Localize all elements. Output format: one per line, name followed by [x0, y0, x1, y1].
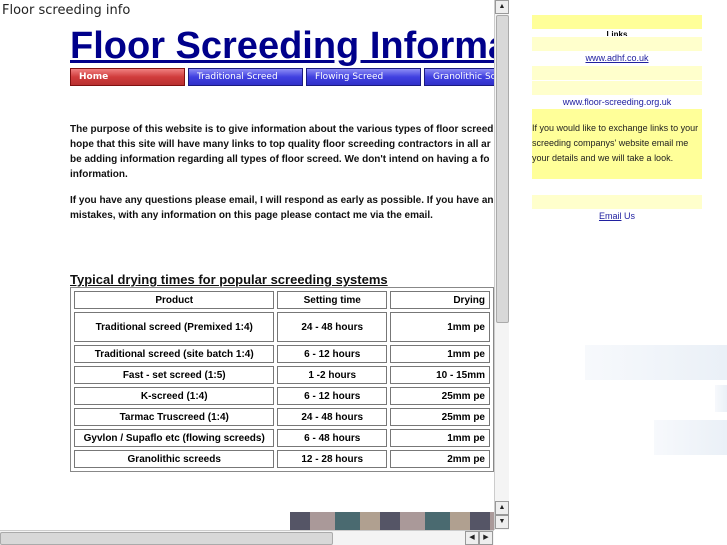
- vertical-scrollbar[interactable]: ▲ ▲ ▼: [494, 0, 509, 530]
- cell-product: Traditional screed (Premixed 1:4): [74, 312, 275, 342]
- cell-drying: 1mm pe: [390, 312, 490, 342]
- building-photo: [290, 512, 494, 530]
- scroll-up-icon[interactable]: ▲: [495, 0, 509, 14]
- cell-drying: 1mm pe: [390, 345, 490, 363]
- table-row: Gyvlon / Supaflo etc (flowing screeds) 6 …: [74, 429, 490, 447]
- header-drying: Drying: [390, 291, 490, 309]
- cell-drying: 10 - 15mm: [390, 366, 490, 384]
- site-heading-link[interactable]: Floor Screeding Information Website: [70, 24, 494, 68]
- cell-product: Fast - set screed (1:5): [74, 366, 275, 384]
- nav-flowing-screed[interactable]: Flowing Screed: [306, 68, 421, 86]
- table-row: Granolithic screeds 12 - 28 hours 2mm pe: [74, 450, 490, 468]
- horizontal-scroll-thumb[interactable]: [0, 532, 333, 545]
- nav-granolithic-screed[interactable]: Granolithic Screed: [424, 68, 494, 86]
- background-decoration: [654, 420, 727, 455]
- link-adhf[interactable]: www.adhf.co.uk: [532, 51, 702, 65]
- background-decoration: [715, 385, 727, 412]
- table-row: K-screed (1:4) 6 - 12 hours 25mm pe: [74, 387, 490, 405]
- link-floor-screeding[interactable]: www.floor-screeding.org.uk: [532, 95, 702, 109]
- table-row: Tarmac Truscreed (1:4) 24 - 48 hours 25mm …: [74, 408, 490, 426]
- content-frame: Floor screeding info Floor Screeding Inf…: [0, 0, 494, 530]
- email-link[interactable]: Email: [599, 211, 622, 221]
- vertical-scroll-thumb[interactable]: [496, 15, 509, 323]
- cell-setting-time: 24 - 48 hours: [277, 408, 387, 426]
- scroll-up-icon[interactable]: ▲: [495, 501, 509, 515]
- exchange-links-text: If you would like to exchange links to y…: [532, 109, 702, 179]
- cell-product: Gyvlon / Supaflo etc (flowing screeds): [74, 429, 275, 447]
- cell-setting-time: 6 - 12 hours: [277, 387, 387, 405]
- cell-setting-time: 12 - 28 hours: [277, 450, 387, 468]
- scroll-right-icon[interactable]: ▶: [479, 531, 493, 545]
- cell-setting-time: 24 - 48 hours: [277, 312, 387, 342]
- cell-setting-time: 6 - 48 hours: [277, 429, 387, 447]
- horizontal-scrollbar[interactable]: ◀ ▶: [0, 530, 494, 545]
- background-decoration: [585, 345, 727, 380]
- links-sidebar: Links www.adhf.co.uk www.floor-screeding…: [532, 15, 702, 223]
- contact-paragraph: If you have any questions please email, …: [70, 195, 494, 221]
- header-product: Product: [74, 291, 275, 309]
- intro-paragraph: The purpose of this website is to give i…: [70, 124, 494, 180]
- scroll-down-icon[interactable]: ▼: [495, 515, 509, 529]
- header-setting-time: Setting time: [277, 291, 387, 309]
- cell-product: Tarmac Truscreed (1:4): [74, 408, 275, 426]
- scroll-left-icon[interactable]: ◀: [465, 531, 479, 545]
- cell-drying: 1mm pe: [390, 429, 490, 447]
- table-row: Fast - set screed (1:5) 1 -2 hours 10 - 15…: [74, 366, 490, 384]
- nav-traditional-screed[interactable]: Traditional Screed: [188, 68, 303, 86]
- cell-product: K-screed (1:4): [74, 387, 275, 405]
- table-row: Traditional screed (Premixed 1:4) 24 - 48…: [74, 312, 490, 342]
- nav-bar: Home Traditional Screed Flowing Screed G…: [70, 68, 494, 86]
- cell-setting-time: 6 - 12 hours: [277, 345, 387, 363]
- drying-times-table: Product Setting time Drying Traditional …: [70, 287, 494, 472]
- cell-drying: 2mm pe: [390, 450, 490, 468]
- cell-drying: 25mm pe: [390, 387, 490, 405]
- cell-product: Granolithic screeds: [74, 450, 275, 468]
- cell-setting-time: 1 -2 hours: [277, 366, 387, 384]
- cell-drying: 25mm pe: [390, 408, 490, 426]
- nav-home[interactable]: Home: [70, 68, 185, 86]
- cell-product: Traditional screed (site batch 1:4): [74, 345, 275, 363]
- table-header-row: Product Setting time Drying: [74, 291, 490, 309]
- table-caption: Typical drying times for popular screedi…: [70, 272, 388, 287]
- links-title: Links: [606, 30, 628, 36]
- page-title: Floor screeding info: [2, 3, 131, 18]
- table-row: Traditional screed (site batch 1:4) 6 - 1…: [74, 345, 490, 363]
